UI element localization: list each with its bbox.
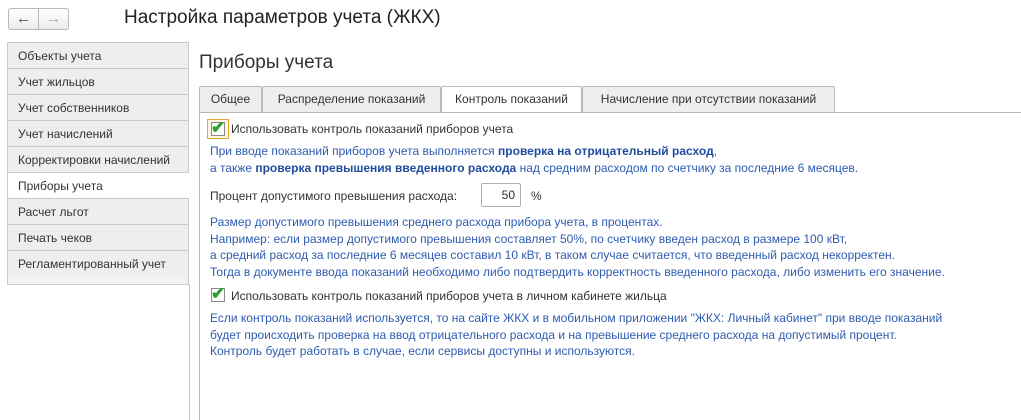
sidebar-item-benefits[interactable]: Расчет льгот	[8, 199, 188, 225]
cabinet-info-line: Контроль будет работать в случае, если с…	[210, 344, 635, 358]
percent-info-line: а средний расход за последние 6 месяцев …	[210, 248, 895, 262]
control-info-line-2: а также проверка превышения введенного р…	[210, 160, 858, 177]
control-checkbox[interactable]: ✔	[211, 118, 225, 137]
page-title: Приборы учета	[199, 52, 334, 73]
cabinet-info-line: будет происходить проверка на ввод отриц…	[210, 327, 897, 342]
percent-info-line: Тогда в документе ввода показаний необхо…	[210, 264, 945, 279]
sidebar-divider	[7, 284, 190, 420]
sidebar: Объекты учета Учет жильцов Учет собствен…	[7, 42, 189, 285]
window-title: Настройка параметров учета (ЖКХ)	[124, 7, 441, 28]
arrow-left-icon: ←	[16, 10, 31, 27]
info-bold-text: проверка превышения введенного расхода	[255, 161, 517, 175]
sidebar-item-meters[interactable]: Приборы учета	[8, 173, 189, 199]
control-checkbox-focus[interactable]: ✔	[207, 118, 229, 139]
info-text: а также	[210, 161, 256, 175]
panel-border	[199, 112, 200, 420]
tab-divider	[199, 112, 1021, 113]
sidebar-item-objects[interactable]: Объекты учета	[8, 43, 188, 69]
arrow-right-icon: →	[46, 10, 61, 27]
percent-info-line: Например: если размер допустимого превыш…	[210, 231, 848, 246]
sidebar-item-owners[interactable]: Учет собственников	[8, 95, 188, 121]
back-button[interactable]: ←	[8, 8, 39, 30]
percent-unit: %	[531, 189, 542, 203]
cabinet-info-line: Если контроль показаний используется, то…	[210, 311, 943, 325]
tab-general[interactable]: Общее	[199, 86, 262, 112]
control-info-line-1: При вводе показаний приборов учета выпол…	[210, 143, 717, 160]
sidebar-item-residents[interactable]: Учет жильцов	[8, 69, 188, 95]
percent-input[interactable]: 50	[481, 183, 521, 207]
sidebar-item-charges[interactable]: Учет начислений	[8, 121, 188, 147]
sidebar-item-receipts[interactable]: Печать чеков	[8, 225, 188, 251]
info-text: над средним расходом по счетчику за посл…	[516, 161, 859, 175]
percent-label: Процент допустимого превышения расхода:	[210, 189, 458, 203]
percent-info-line: Размер допустимого превышения среднего р…	[210, 215, 663, 229]
checkmark-icon: ✔	[211, 118, 226, 137]
sidebar-item-regulated[interactable]: Регламентированный учет	[8, 251, 188, 277]
control-checkbox-label[interactable]: Использовать контроль показаний приборов…	[231, 122, 513, 136]
forward-button[interactable]: →	[38, 8, 69, 30]
info-text: ,	[713, 144, 718, 158]
info-text: При вводе показаний приборов учета выпол…	[210, 144, 499, 158]
info-bold-text: проверка на отрицательный расход	[498, 144, 714, 158]
cabinet-checkbox-label[interactable]: Использовать контроль показаний приборов…	[231, 289, 667, 303]
tab-reading-control[interactable]: Контроль показаний	[441, 86, 582, 113]
checkmark-icon: ✔	[211, 284, 226, 303]
cabinet-control-checkbox[interactable]: ✔	[211, 284, 225, 303]
tab-no-readings-charges[interactable]: Начисление при отсутствии показаний	[582, 86, 835, 112]
sidebar-item-adjustments[interactable]: Корректировки начислений	[8, 147, 188, 173]
tab-distribution[interactable]: Распределение показаний	[262, 86, 441, 112]
